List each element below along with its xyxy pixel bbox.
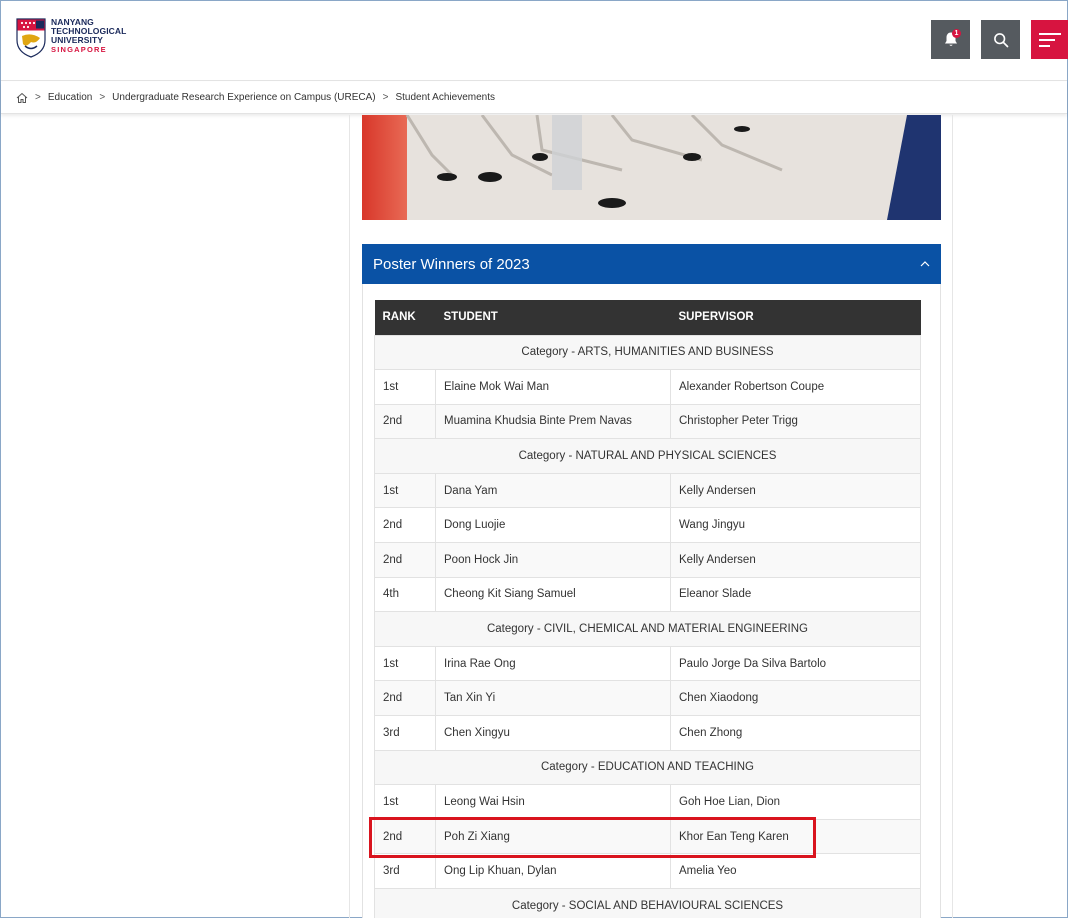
rank-cell: 2nd (374, 403, 436, 440)
category-label: Category - EDUCATION AND TEACHING (374, 749, 921, 786)
category-label: Category - SOCIAL AND BEHAVIOURAL SCIENC… (374, 888, 921, 918)
supervisor-cell: Khor Ean Teng Karen (670, 818, 921, 855)
column-header-student: STUDENT (435, 300, 671, 335)
logo-line-3: UNIVERSITY (51, 35, 104, 45)
notification-badge: 1 (952, 29, 961, 38)
supervisor-cell: Wang Jingyu (670, 507, 921, 544)
category-label: Category - NATURAL AND PHYSICAL SCIENCES (374, 438, 921, 474)
category-row: Category - EDUCATION AND TEACHING (374, 749, 921, 786)
rank-cell: 1st (374, 645, 436, 682)
chevron-up-icon[interactable] (920, 261, 930, 267)
table-row-highlighted: 2nd Poh Zi Xiang Khor Ean Teng Karen (374, 818, 921, 855)
breadcrumb: > Education > Undergraduate Research Exp… (1, 82, 1067, 114)
table-row: 1st Dana Yam Kelly Andersen (374, 472, 921, 509)
student-cell: Ong Lip Khuan, Dylan (435, 853, 671, 889)
table-row: 4th Cheong Kit Siang Samuel Eleanor Slad… (374, 576, 921, 613)
ntu-crest-icon (16, 18, 46, 58)
category-row: Category - CIVIL, CHEMICAL AND MATERIAL … (374, 611, 921, 647)
site-header: NANYANG TECHNOLOGICAL UNIVERSITY SINGAPO… (1, 1, 1068, 81)
table-row: 2nd Tan Xin Yi Chen Xiaodong (374, 680, 921, 717)
student-cell: Elaine Mok Wai Man (435, 369, 671, 405)
student-cell: Chen Xingyu (435, 715, 671, 751)
ntu-logo[interactable]: NANYANG TECHNOLOGICAL UNIVERSITY SINGAPO… (16, 18, 126, 58)
supervisor-cell: Amelia Yeo (670, 853, 921, 889)
rank-cell: 2nd (374, 542, 436, 578)
breadcrumb-separator: > (35, 92, 41, 103)
student-cell: Dana Yam (435, 472, 671, 509)
breadcrumb-separator: > (382, 92, 389, 103)
student-cell: Muamina Khudsia Binte Prem Navas (435, 403, 671, 440)
rank-cell: 4th (374, 576, 436, 613)
hamburger-menu-icon (1038, 32, 1061, 47)
table-row: 1st Elaine Mok Wai Man Alexander Roberts… (374, 369, 921, 405)
student-cell: Irina Rae Ong (435, 645, 671, 682)
breadcrumb-ureca[interactable]: Undergraduate Research Experience on Cam… (112, 92, 375, 103)
category-label: Category - ARTS, HUMANITIES AND BUSINESS (374, 334, 921, 371)
breadcrumb-current-page: Student Achievements (395, 92, 495, 103)
rank-cell: 1st (374, 784, 436, 820)
supervisor-cell: Paulo Jorge Da Silva Bartolo (670, 645, 921, 682)
student-cell: Poon Hock Jin (435, 542, 671, 578)
column-header-supervisor: SUPERVISOR (670, 300, 921, 335)
notifications-button[interactable]: 1 (931, 20, 970, 59)
student-cell: Cheong Kit Siang Samuel (435, 576, 671, 613)
rank-cell: 2nd (374, 507, 436, 544)
breadcrumb-separator: > (99, 92, 106, 103)
supervisor-cell: Eleanor Slade (670, 576, 921, 613)
supervisor-cell: Chen Zhong (670, 715, 921, 751)
table-header-row: RANK STUDENT SUPERVISOR (374, 300, 921, 335)
rank-cell: 1st (374, 369, 436, 405)
search-icon (993, 32, 1008, 47)
category-row: Category - SOCIAL AND BEHAVIOURAL SCIENC… (374, 888, 921, 918)
table-row: 2nd Poon Hock Jin Kelly Andersen (374, 542, 921, 578)
search-button[interactable] (981, 20, 1020, 59)
table-row: 1st Irina Rae Ong Paulo Jorge Da Silva B… (374, 645, 921, 682)
menu-button[interactable] (1031, 20, 1068, 59)
home-icon[interactable] (16, 92, 28, 104)
supervisor-cell: Alexander Robertson Coupe (670, 369, 921, 405)
supervisor-cell: Christopher Peter Trigg (670, 403, 921, 440)
student-cell: Poh Zi Xiang (435, 818, 671, 855)
table-row: 1st Leong Wai Hsin Goh Hoe Lian, Dion (374, 784, 921, 820)
accordion-title: Poster Winners of 2023 (373, 255, 530, 273)
category-label: Category - CIVIL, CHEMICAL AND MATERIAL … (374, 611, 921, 647)
rank-cell: 3rd (374, 853, 436, 889)
rank-cell: 3rd (374, 715, 436, 751)
supervisor-cell: Chen Xiaodong (670, 680, 921, 717)
logo-line-singapore: SINGAPORE (51, 45, 107, 54)
category-row: Category - ARTS, HUMANITIES AND BUSINESS (374, 334, 921, 371)
content-column-divider (349, 115, 350, 918)
table-row: 3rd Ong Lip Khuan, Dylan Amelia Yeo (374, 853, 921, 889)
hero-photo (362, 115, 941, 220)
student-cell: Dong Luojie (435, 507, 671, 544)
rank-cell: 2nd (374, 680, 436, 717)
table-row: 2nd Dong Luojie Wang Jingyu (374, 507, 921, 544)
rank-cell: 1st (374, 472, 436, 509)
supervisor-cell: Goh Hoe Lian, Dion (670, 784, 921, 820)
poster-winners-table: RANK STUDENT SUPERVISOR Category - ARTS,… (374, 300, 921, 918)
student-cell: Tan Xin Yi (435, 680, 671, 717)
supervisor-cell: Kelly Andersen (670, 472, 921, 509)
table-row: 3rd Chen Xingyu Chen Zhong (374, 715, 921, 751)
category-row: Category - NATURAL AND PHYSICAL SCIENCES (374, 438, 921, 474)
logo-wordmark: NANYANG TECHNOLOGICAL UNIVERSITY SINGAPO… (51, 18, 126, 55)
column-header-rank: RANK (374, 300, 436, 335)
rank-cell: 2nd (374, 818, 436, 855)
supervisor-cell: Kelly Andersen (670, 542, 921, 578)
table-row: 2nd Muamina Khudsia Binte Prem Navas Chr… (374, 403, 921, 440)
accordion-poster-winners-2023[interactable]: Poster Winners of 2023 (362, 244, 941, 284)
breadcrumb-education[interactable]: Education (48, 92, 92, 103)
student-cell: Leong Wai Hsin (435, 784, 671, 820)
content-column-divider (952, 115, 953, 918)
